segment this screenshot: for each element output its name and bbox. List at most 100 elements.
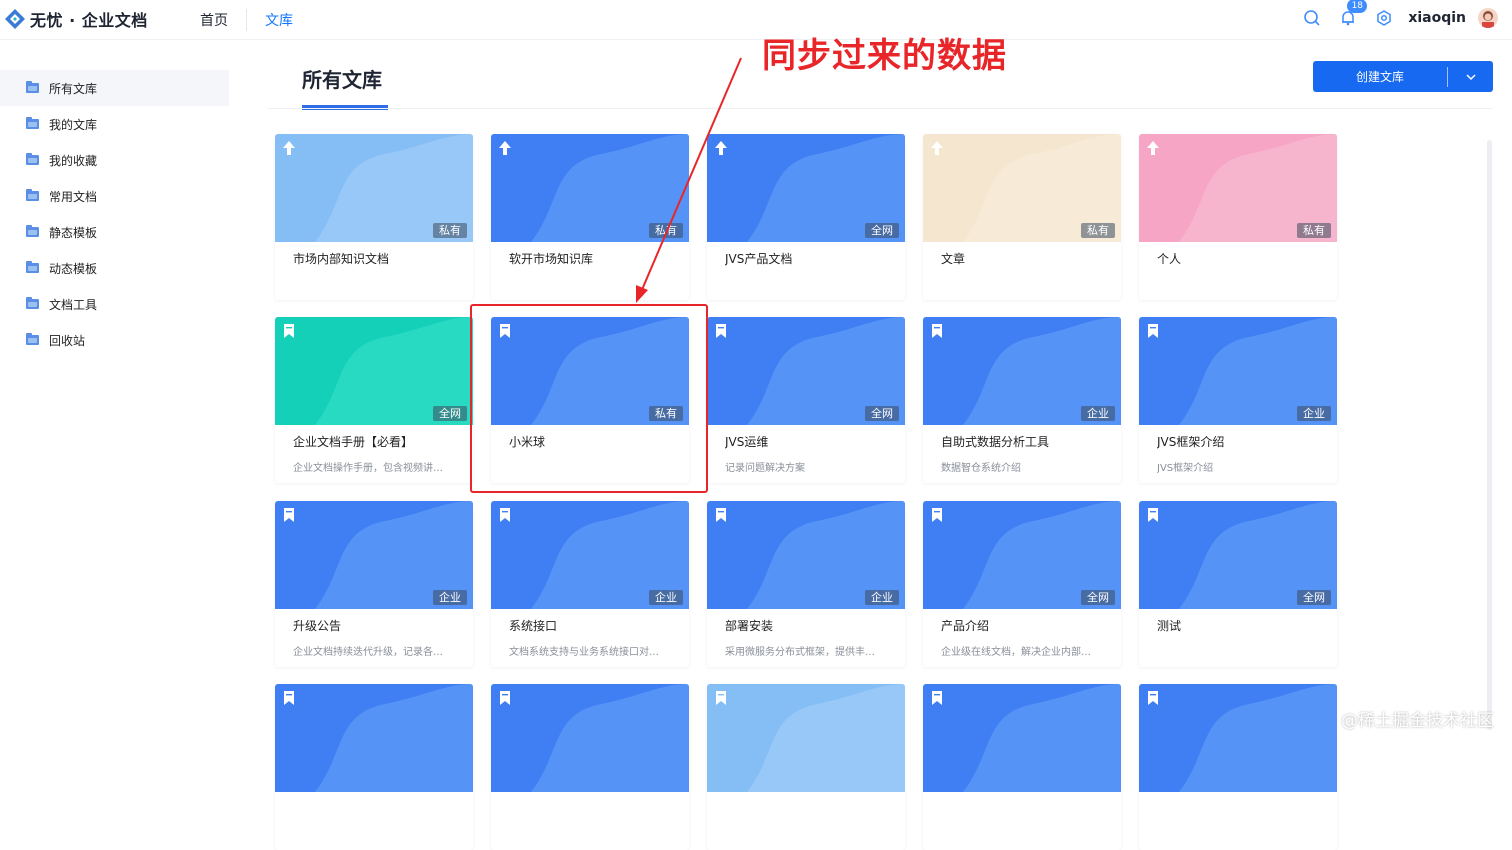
card-title: 企业文档手册【必看】 [293, 433, 463, 450]
header-divider [268, 108, 1492, 109]
visibility-tag: 全网 [433, 406, 467, 421]
library-card[interactable]: 企业自助式数据分析工具数据智仓系统介绍 [923, 317, 1121, 483]
scrollbar[interactable] [1487, 140, 1492, 730]
page-title: 所有文库 [302, 64, 382, 93]
card-cover: 私有 [923, 134, 1121, 242]
annotation-text: 同步过来的数据 [762, 28, 1007, 77]
nav-home[interactable]: 首页 [200, 10, 228, 30]
visibility-tag: 企业 [865, 590, 899, 605]
card-cover [275, 684, 473, 792]
card-title: 文章 [941, 250, 1111, 267]
folder-icon [26, 83, 39, 93]
sidebar: 所有文库 我的文库 我的收藏 常用文档 静态模板 动态模板 文档工具 回收站 [0, 70, 232, 358]
notification-badge: 18 [1347, 0, 1367, 13]
avatar[interactable] [1478, 8, 1498, 28]
create-library-label: 创建文库 [1313, 68, 1447, 85]
notification-bell-icon[interactable]: 18 [1338, 8, 1358, 28]
visibility-tag: 全网 [1297, 590, 1331, 605]
library-card[interactable]: 企业系统接口文档系统支持与业务系统接口对… [491, 501, 689, 667]
folder-icon [26, 335, 39, 345]
sidebar-item-all-libraries[interactable]: 所有文库 [0, 70, 229, 106]
card-title: 测试 [1157, 617, 1327, 634]
visibility-tag: 企业 [649, 590, 683, 605]
card-cover [923, 684, 1121, 792]
create-library-button[interactable]: 创建文库 [1313, 61, 1493, 92]
sidebar-item-label: 回收站 [49, 332, 85, 349]
corner-watermark: @稀土掘金技术社区 [1341, 706, 1494, 731]
card-cover: 全网 [707, 134, 905, 242]
username[interactable]: xiaoqin [1408, 10, 1466, 26]
sidebar-item-favorites[interactable]: 我的收藏 [0, 142, 232, 178]
search-icon[interactable] [1302, 8, 1322, 28]
nav-divider [246, 9, 247, 31]
library-card[interactable]: 全网JVS产品文档 [707, 134, 905, 300]
app-logo[interactable]: 无忧 · 企业文档 [4, 7, 148, 31]
sidebar-item-dynamic-templates[interactable]: 动态模板 [0, 250, 232, 286]
card-title: JVS框架介绍 [1157, 433, 1327, 450]
visibility-tag: 企业 [1081, 406, 1115, 421]
library-card[interactable]: 私有软开市场知识库 [491, 134, 689, 300]
card-cover: 私有 [275, 134, 473, 242]
sidebar-item-static-templates[interactable]: 静态模板 [0, 214, 232, 250]
visibility-tag: 私有 [1081, 223, 1115, 238]
card-cover: 企业 [275, 501, 473, 609]
library-card[interactable] [491, 684, 689, 850]
chevron-down-icon[interactable] [1448, 73, 1493, 81]
card-description: JVS框架介绍 [1157, 459, 1323, 474]
library-card[interactable]: 全网测试 [1139, 501, 1337, 667]
card-description: 采用微服务分布式框架，提供丰… [725, 643, 891, 658]
logo-icon [4, 8, 26, 30]
library-card[interactable]: 企业部署安装采用微服务分布式框架，提供丰… [707, 501, 905, 667]
library-card[interactable]: 私有市场内部知识文档 [275, 134, 473, 300]
card-title: JVS运维 [725, 433, 895, 450]
library-card[interactable] [707, 684, 905, 850]
folder-icon [26, 263, 39, 273]
card-cover: 私有 [491, 134, 689, 242]
visibility-tag: 私有 [433, 223, 467, 238]
library-card[interactable]: 全网JVS运维记录问题解决方案 [707, 317, 905, 483]
folder-icon [26, 299, 39, 309]
library-card[interactable] [923, 684, 1121, 850]
library-card[interactable]: 企业升级公告企业文档持续迭代升级，记录各… [275, 501, 473, 667]
folder-icon [26, 119, 39, 129]
visibility-tag: 全网 [865, 406, 899, 421]
card-cover: 全网 [275, 317, 473, 425]
library-card[interactable]: 全网产品介绍企业级在线文档，解决企业内部… [923, 501, 1121, 667]
card-title: 软开市场知识库 [509, 250, 679, 267]
library-card[interactable]: 企业 JVS框架介绍 JVS框架介绍 [1139, 317, 1337, 483]
card-cover [491, 684, 689, 792]
sidebar-item-my-libraries[interactable]: 我的文库 [0, 106, 232, 142]
visibility-tag: 全网 [1081, 590, 1115, 605]
card-description: 企业文档操作手册，包含视频讲… [293, 459, 459, 474]
settings-gear-icon[interactable] [1374, 8, 1394, 28]
visibility-tag: 企业 [433, 590, 467, 605]
sidebar-item-label: 常用文档 [49, 188, 97, 205]
nav-library[interactable]: 文库 [265, 10, 293, 30]
card-description: 企业级在线文档，解决企业内部… [941, 643, 1107, 658]
sidebar-item-label: 文档工具 [49, 296, 97, 313]
card-cover: 全网 [1139, 501, 1337, 609]
library-card[interactable] [1139, 684, 1337, 850]
library-card[interactable]: 私有文章 [923, 134, 1121, 300]
card-title: 个人 [1157, 250, 1327, 267]
sidebar-item-label: 所有文库 [49, 80, 97, 97]
visibility-tag: 企业 [1297, 406, 1331, 421]
sidebar-item-doc-tools[interactable]: 文档工具 [0, 286, 232, 322]
card-cover [707, 684, 905, 792]
app-title: 无忧 · 企业文档 [30, 7, 148, 31]
sidebar-item-frequent-docs[interactable]: 常用文档 [0, 178, 232, 214]
library-card[interactable] [275, 684, 473, 850]
library-card[interactable]: 私有个人 [1139, 134, 1337, 300]
sidebar-item-recycle-bin[interactable]: 回收站 [0, 322, 232, 358]
card-title: 升级公告 [293, 617, 463, 634]
sidebar-item-label: 我的文库 [49, 116, 97, 133]
card-title: 市场内部知识文档 [293, 250, 463, 267]
annotation-highlight-box [470, 304, 708, 493]
folder-icon [26, 227, 39, 237]
folder-icon [26, 191, 39, 201]
library-card[interactable]: 全网企业文档手册【必看】企业文档操作手册，包含视频讲… [275, 317, 473, 483]
card-title: 自助式数据分析工具 [941, 433, 1111, 450]
card-cover: 全网 [923, 501, 1121, 609]
top-right-tools: 18 xiaoqin [1286, 0, 1498, 36]
visibility-tag: 私有 [1297, 223, 1331, 238]
